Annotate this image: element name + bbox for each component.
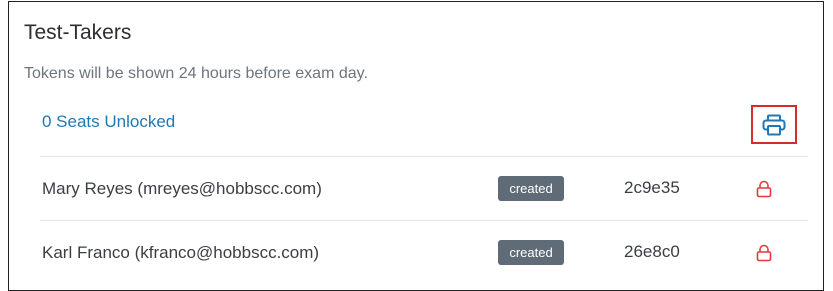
status-badge: created xyxy=(498,240,564,265)
test-takers-panel: Test-Takers Tokens will be shown 24 hour… xyxy=(8,1,824,291)
printer-icon xyxy=(762,114,786,135)
table-row: Mary Reyes (mreyes@hobbscc.com) created … xyxy=(40,157,808,221)
table-row: Karl Franco (kfranco@hobbscc.com) create… xyxy=(40,221,808,284)
panel-subtitle: Tokens will be shown 24 hours before exa… xyxy=(24,65,368,82)
lock-icon[interactable] xyxy=(755,180,773,198)
status-badge: created xyxy=(498,176,564,201)
test-taker-name: Mary Reyes (mreyes@hobbscc.com) xyxy=(42,179,322,198)
test-taker-name: Karl Franco (kfranco@hobbscc.com) xyxy=(42,243,320,262)
seats-unlocked-link[interactable]: 0 Seats Unlocked xyxy=(42,112,175,132)
token-value: 2c9e35 xyxy=(624,178,680,197)
lock-icon[interactable] xyxy=(755,244,773,262)
panel-title: Test-Takers xyxy=(24,21,132,44)
print-button[interactable] xyxy=(751,105,797,144)
token-value: 26e8c0 xyxy=(624,242,680,261)
seats-row: 0 Seats Unlocked xyxy=(40,98,808,157)
